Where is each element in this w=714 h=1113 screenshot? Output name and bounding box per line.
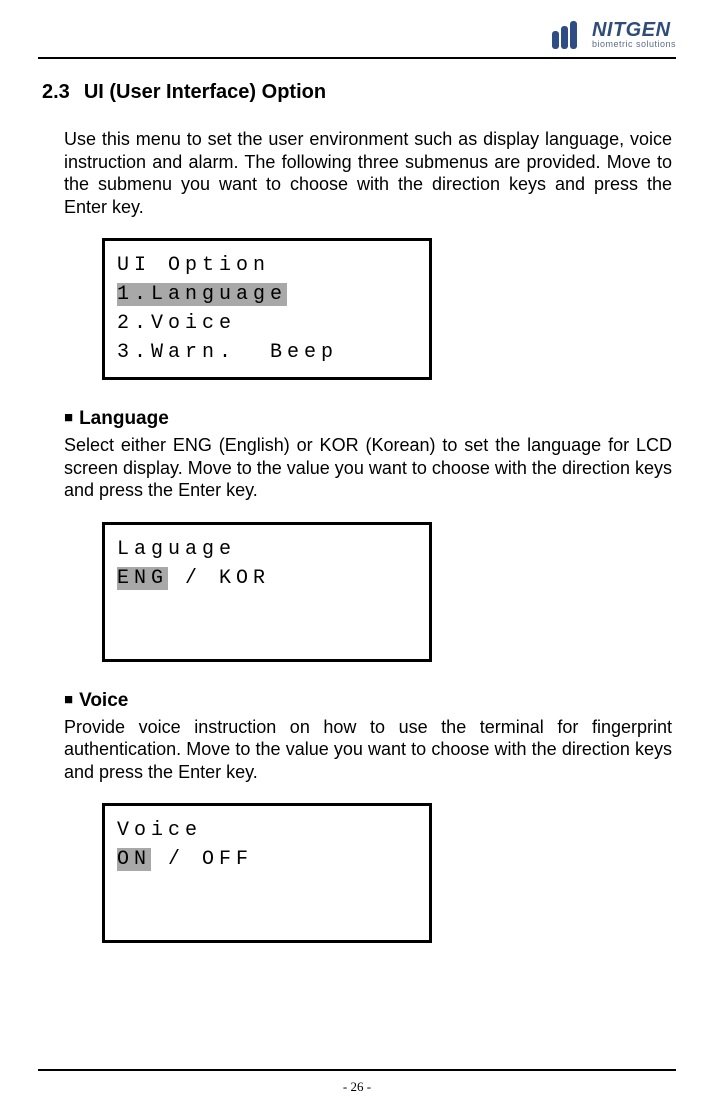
page: NITGEN biometric solutions 2.3 UI (User I… — [0, 0, 714, 1113]
lcd-ui-option: UI Option 1.Language 2.Voice 3.Warn. Bee… — [102, 238, 672, 380]
header-rule — [38, 57, 676, 59]
lcd-line-selected: 1.Language — [117, 280, 417, 309]
lcd-highlight: 1.Language — [117, 283, 287, 306]
content: 2.3 UI (User Interface) Option Use this m… — [38, 81, 676, 943]
lcd-line: ENG / KOR — [117, 564, 417, 593]
bullet-square-icon: ■ — [64, 691, 73, 708]
brand-name: NITGEN — [592, 20, 676, 40]
subheading-voice: ■ Voice — [64, 690, 672, 712]
header: NITGEN biometric solutions — [38, 16, 676, 53]
brand-logo: NITGEN biometric solutions — [552, 20, 676, 49]
bullet-square-icon: ■ — [64, 409, 73, 426]
lcd-rest: / OFF — [151, 848, 253, 871]
subheading-language: ■ Language — [64, 408, 672, 430]
lcd-line: Laguage — [117, 535, 417, 564]
lcd-voice: Voice ON / OFF — [102, 803, 672, 943]
lcd-language: Laguage ENG / KOR — [102, 522, 672, 662]
subheading-text: Voice — [79, 690, 128, 711]
language-body: Select either ENG (English) or KOR (Kore… — [64, 434, 672, 502]
lcd-highlight: ON — [117, 848, 151, 871]
lcd-line: 2.Voice — [117, 309, 417, 338]
lcd-screen: Voice ON / OFF — [102, 803, 432, 943]
section-number: 2.3 — [42, 81, 70, 104]
lcd-line: 3.Warn. Beep — [117, 338, 417, 367]
lcd-rest: / KOR — [168, 567, 270, 590]
lcd-screen: UI Option 1.Language 2.Voice 3.Warn. Bee… — [102, 238, 432, 380]
lcd-line: ON / OFF — [117, 845, 417, 874]
nitgen-bars-icon — [552, 21, 586, 49]
brand-text: NITGEN biometric solutions — [592, 20, 676, 49]
brand-tagline: biometric solutions — [592, 39, 676, 49]
voice-body: Provide voice instruction on how to use … — [64, 716, 672, 784]
footer-rule — [38, 1069, 676, 1071]
section-intro: Use this menu to set the user environmen… — [64, 128, 672, 218]
lcd-screen: Laguage ENG / KOR — [102, 522, 432, 662]
subheading-text: Language — [79, 408, 169, 429]
page-number: - 26 - — [0, 1079, 714, 1095]
section-title-text: UI (User Interface) Option — [84, 81, 326, 103]
lcd-line: Voice — [117, 816, 417, 845]
section-heading: 2.3 UI (User Interface) Option — [42, 81, 672, 104]
lcd-highlight: ENG — [117, 567, 168, 590]
lcd-line: UI Option — [117, 251, 417, 280]
